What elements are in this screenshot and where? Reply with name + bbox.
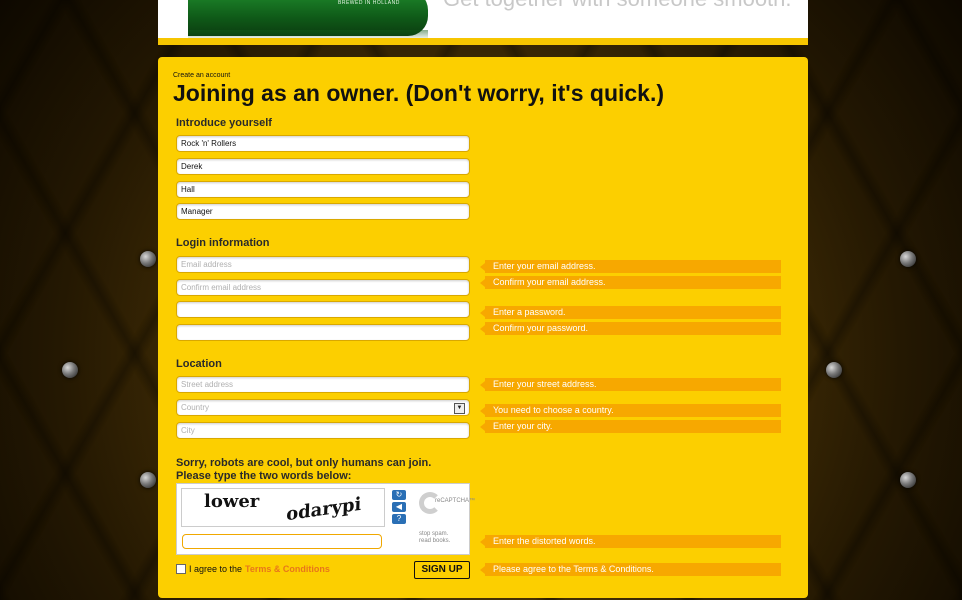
hint-email: Enter your email address. (480, 260, 781, 273)
banner-slogan: Get together with someone smooth. (443, 0, 792, 12)
recaptcha-logo: reCAPTCHA™ (417, 490, 475, 530)
terms-checkbox[interactable] (176, 564, 186, 574)
background-stud (62, 362, 78, 378)
section-login: Login information (176, 237, 270, 249)
page-title: Joining as an owner. (Don't worry, it's … (173, 80, 665, 106)
captcha-note: stop spam. read books. (419, 531, 459, 545)
captcha-instructions: Sorry, robots are cool, but only humans … (176, 457, 431, 483)
breadcrumb: Create an account (173, 72, 231, 79)
hint-confirm-password: Confirm your password. (480, 322, 781, 335)
captcha-instruction-line2: Please type the two words below: (176, 470, 352, 482)
background-stud (140, 472, 156, 488)
company-field[interactable]: Rock 'n' Rollers (176, 135, 470, 152)
confirm-email-field[interactable]: Confirm email address (176, 279, 470, 296)
section-introduce: Introduce yourself (176, 117, 272, 129)
captcha-note-line2: read books. (419, 538, 451, 544)
hint-city: Enter your city. (480, 420, 781, 433)
captcha-note-line1: stop spam. (419, 531, 449, 537)
recaptcha-logo-text: reCAPTCHA™ (435, 498, 476, 504)
section-location: Location (176, 358, 222, 370)
agree-text: I agree to the (189, 564, 243, 574)
captcha-word-1: lower (204, 491, 260, 512)
background-stud (140, 251, 156, 267)
refresh-icon[interactable]: ↻ (392, 490, 406, 500)
banner-underline (158, 38, 808, 45)
captcha-input[interactable] (182, 534, 382, 549)
position-field[interactable]: Manager (176, 203, 470, 220)
background-stud (826, 362, 842, 378)
hint-street: Enter your street address. (480, 378, 781, 391)
city-field[interactable]: City (176, 422, 470, 439)
audio-icon[interactable]: ◀ (392, 502, 406, 512)
terms-link[interactable]: Terms & Conditions (245, 564, 330, 574)
email-field[interactable]: Email address (176, 256, 470, 273)
captcha-instruction-line1: Sorry, robots are cool, but only humans … (176, 457, 432, 469)
hint-terms: Please agree to the Terms & Conditions. (480, 563, 781, 576)
confirm-password-field[interactable] (176, 324, 470, 341)
country-select-value: Country (181, 403, 210, 412)
background-stud (900, 472, 916, 488)
help-icon[interactable]: ? (392, 514, 406, 524)
hint-confirm-email: Confirm your email address. (480, 276, 781, 289)
password-field[interactable] (176, 301, 470, 318)
ad-banner[interactable]: BREWED IN HOLLAND Get together with some… (158, 0, 808, 40)
bottle-label: BREWED IN HOLLAND (338, 0, 400, 6)
captcha-image: lower odarypi (181, 488, 385, 527)
street-address-field[interactable]: Street address (176, 376, 470, 393)
hint-country: You need to choose a country. (480, 404, 781, 417)
signup-button[interactable]: SIGN UP (414, 561, 470, 579)
captcha-widget: lower odarypi ↻ ◀ ? reCAPTCHA™ stop spam… (176, 483, 475, 555)
captcha-word-2: odarypi (285, 493, 362, 526)
country-select[interactable]: Country ▼ (176, 399, 470, 416)
hint-password: Enter a password. (480, 306, 781, 319)
background-stud (900, 251, 916, 267)
first-name-field[interactable]: Derek (176, 158, 470, 175)
last-name-field[interactable]: Hall (176, 181, 470, 198)
signup-panel: Create an account Joining as an owner. (… (158, 57, 808, 598)
hint-captcha: Enter the distorted words. (480, 535, 781, 548)
chevron-down-icon[interactable]: ▼ (454, 403, 465, 414)
terms-agreement: I agree to the Terms & Conditions (176, 564, 330, 574)
